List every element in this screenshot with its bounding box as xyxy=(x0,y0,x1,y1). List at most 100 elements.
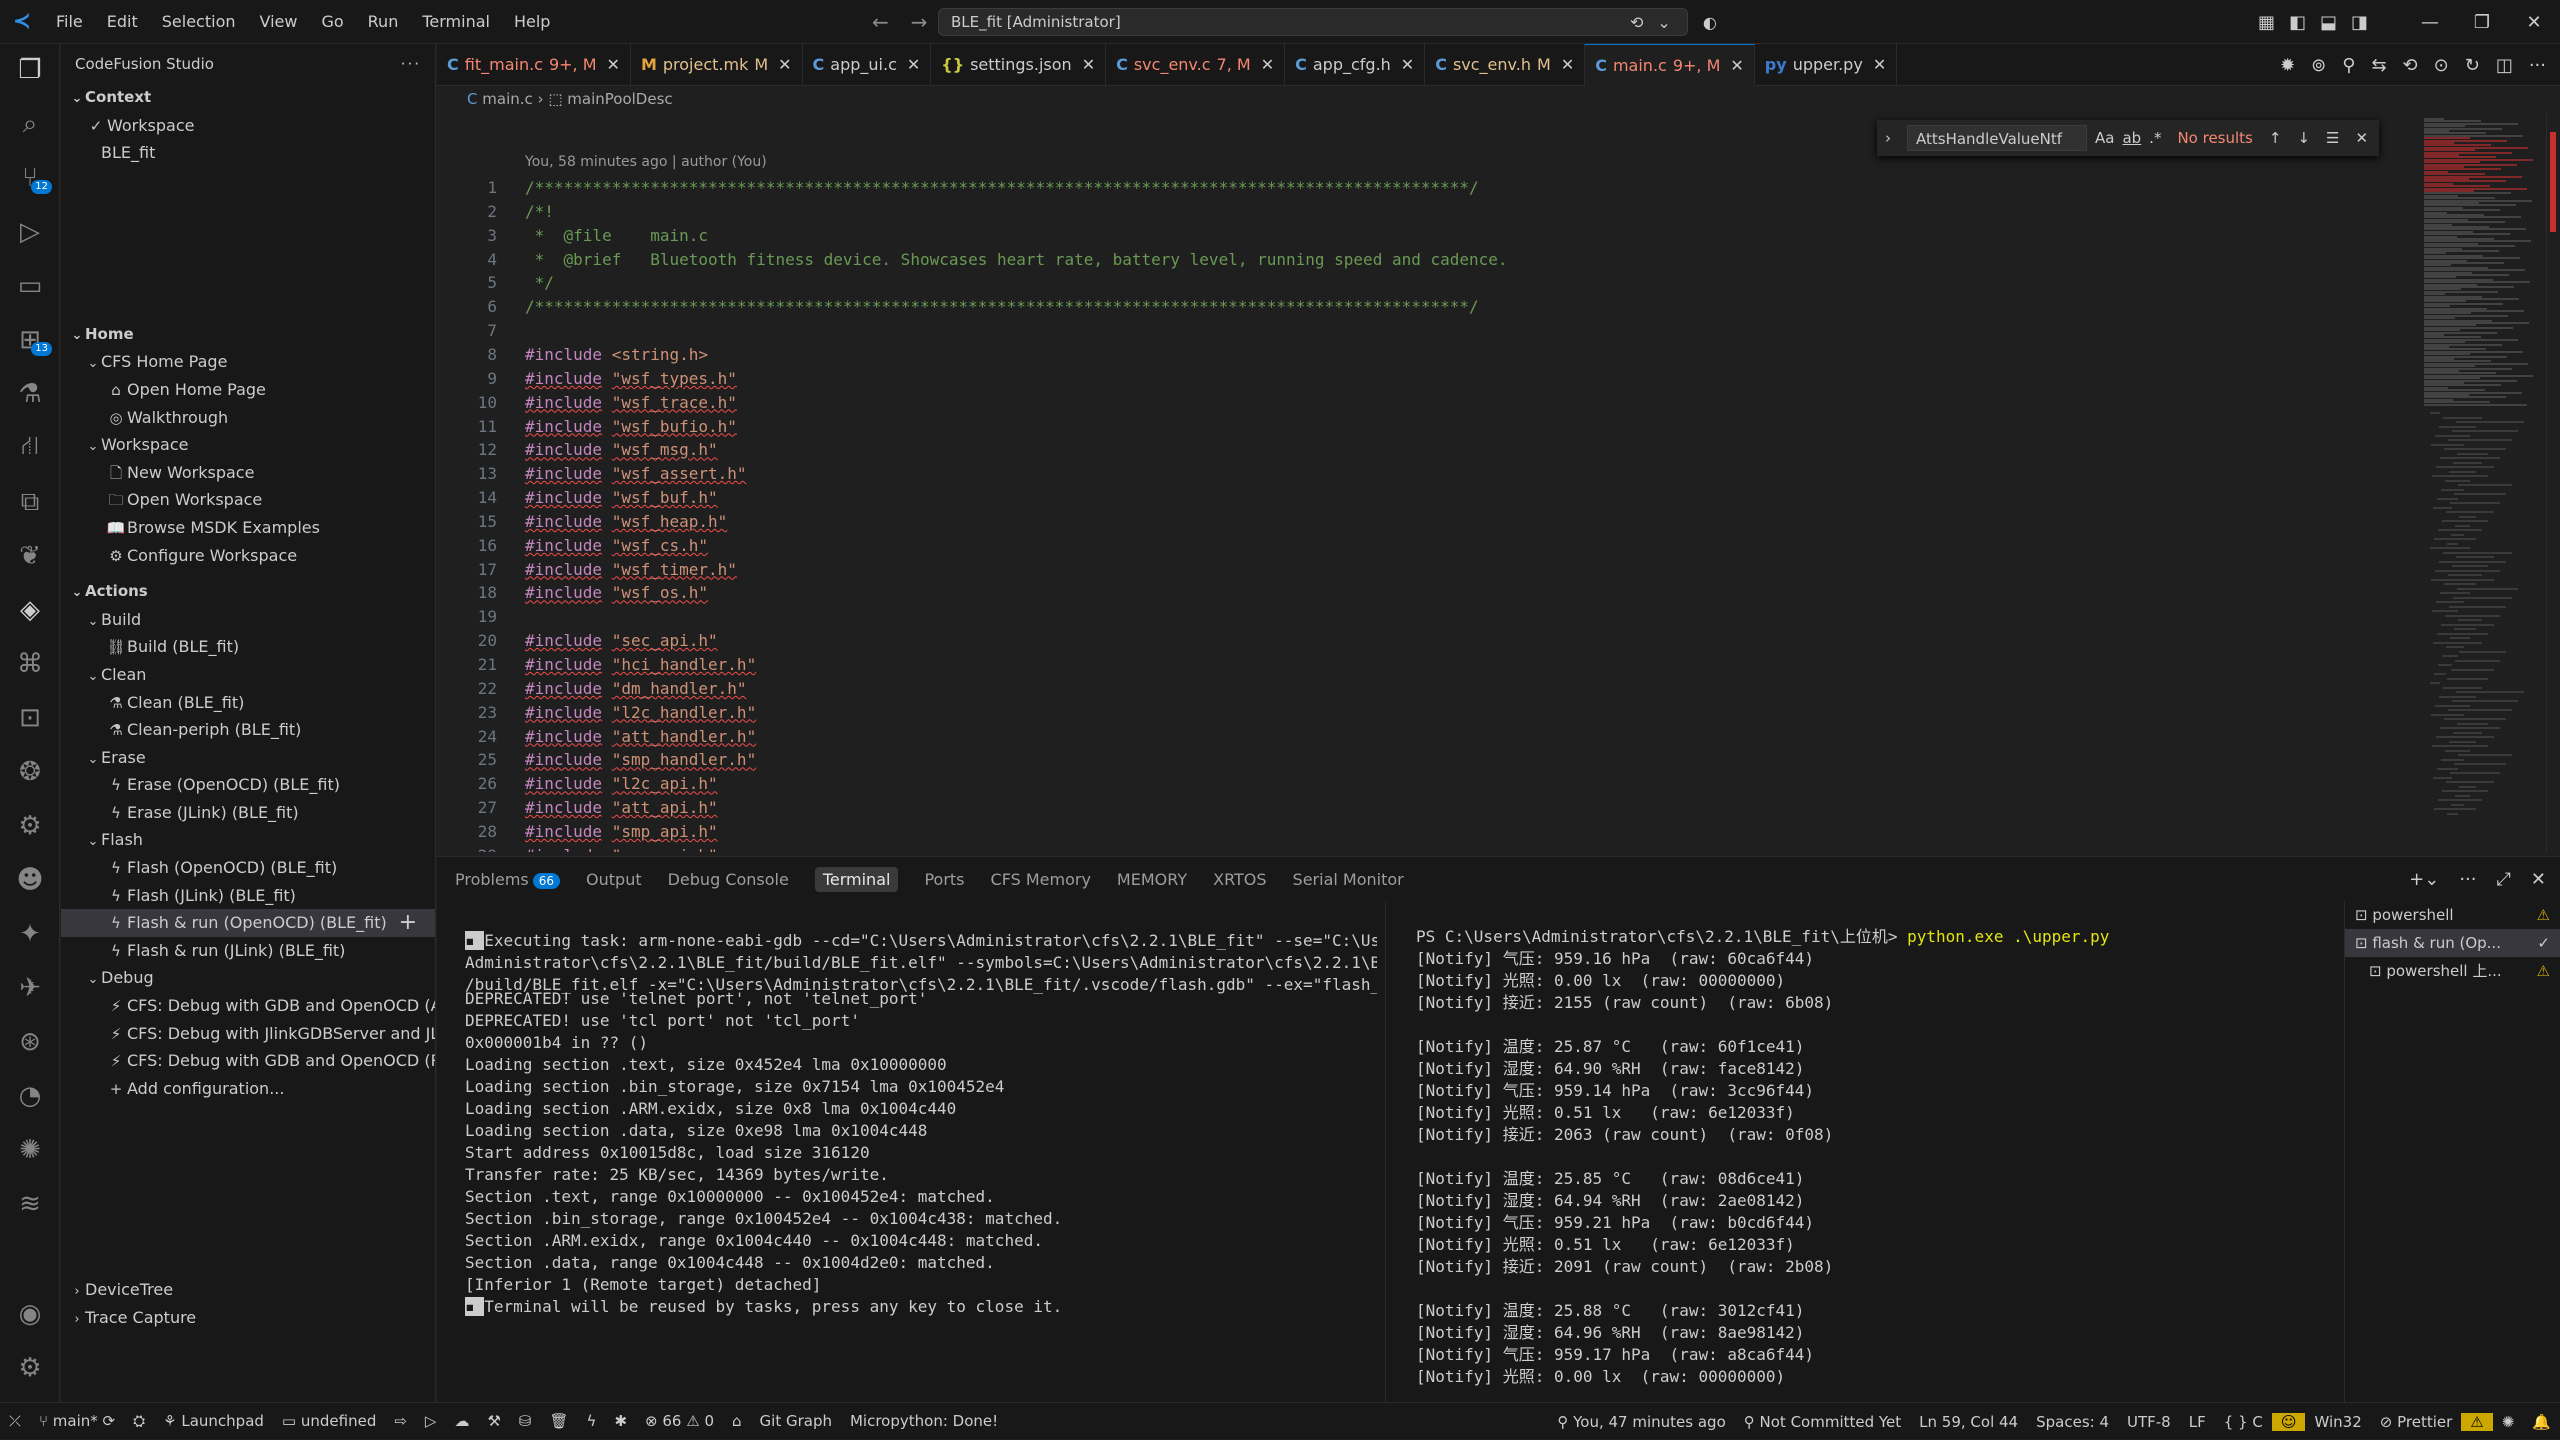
chevron-icon[interactable]: ⌄ xyxy=(85,350,101,376)
previous-match-icon[interactable]: ↑ xyxy=(2269,129,2282,147)
actions-section[interactable]: ⌄ Actions xyxy=(61,578,435,606)
explorer-icon[interactable]: ❐ xyxy=(0,48,60,92)
tab-close-icon[interactable]: ✕ xyxy=(778,55,791,74)
notifications-bell-icon[interactable]: ✺ xyxy=(2493,1413,2524,1431)
sync-cloud-icon[interactable]: ☁ xyxy=(445,1412,478,1430)
chevron-icon[interactable]: ⌄ xyxy=(69,579,85,606)
panel-tab-output[interactable]: Output xyxy=(586,870,642,889)
platform[interactable]: Win32 xyxy=(2305,1413,2370,1431)
copilot-spark-icon[interactable]: ✹ xyxy=(2280,55,2295,76)
forward-arrow-icon[interactable]: → xyxy=(911,10,928,34)
timeline-icon[interactable]: ◔ xyxy=(0,1074,60,1118)
layers-icon[interactable]: ≋ xyxy=(0,1182,60,1226)
terminal-list-item-1[interactable]: ⊡ flash & run (Op... ✓ xyxy=(2345,929,2560,957)
problems-indicator[interactable]: ⊗ 66 ⚠ 0 xyxy=(636,1412,723,1430)
home-item-1-2[interactable]: 📖 Browse MSDK Examples xyxy=(61,514,435,542)
chevron-icon[interactable]: ⌄ xyxy=(85,663,101,689)
powershell-terminal[interactable]: PS C:\Users\Administrator\cfs\2.2.1\BLE_… xyxy=(1385,901,2285,1403)
extension-warning-icon[interactable]: ⚠ xyxy=(2461,1412,2493,1431)
menu-terminal[interactable]: Terminal xyxy=(410,0,502,44)
tab-app_ui-c[interactable]: Capp_ui.c ✕ xyxy=(803,44,932,86)
branch-indicator[interactable]: ⑂ main* ⟳ xyxy=(30,1412,124,1430)
commit-item[interactable]: ⚲ Not Committed Yet xyxy=(1735,1413,1910,1431)
toggle-panel-icon[interactable]: ⬓ xyxy=(2320,12,2337,33)
tab-close-icon[interactable]: ✕ xyxy=(1561,55,1574,74)
snowflake-icon[interactable]: ✺ xyxy=(0,1128,60,1172)
launchpad-item[interactable]: ⚘ Launchpad xyxy=(154,1412,273,1430)
find-in-selection-icon[interactable]: ☰ xyxy=(2326,129,2339,147)
python-icon[interactable]: ⌘ xyxy=(0,642,60,686)
chevron-icon[interactable]: ⌄ xyxy=(85,966,101,992)
menu-selection[interactable]: Selection xyxy=(150,0,248,44)
find-input[interactable]: AttsHandleValueNtf xyxy=(1907,125,2087,151)
code-editor[interactable]: You, 58 minutes ago | author (You) 1 /***… xyxy=(437,112,2417,852)
context-project[interactable]: BLE_fit xyxy=(61,139,435,167)
action-debug-3[interactable]: + Add configuration... xyxy=(61,1075,435,1103)
build-icon[interactable]: ⚒ xyxy=(478,1412,509,1430)
match-case-toggle[interactable]: Aa xyxy=(2095,129,2114,147)
debug-bug-icon[interactable]: ✱ xyxy=(605,1412,636,1430)
panel-tab-problems[interactable]: Problems 66 xyxy=(455,870,561,889)
end-of-line[interactable]: LF xyxy=(2180,1413,2215,1431)
menu-file[interactable]: File xyxy=(44,0,95,44)
puzzle-icon[interactable]: ✦ xyxy=(0,912,60,956)
home-item-0-1[interactable]: ◎ Walkthrough xyxy=(61,404,435,432)
minimize-icon[interactable]: — xyxy=(2404,12,2456,33)
folder-item[interactable]: ▭ undefined xyxy=(273,1412,385,1430)
editor-scrollbar[interactable] xyxy=(2546,112,2560,852)
action-clean-0[interactable]: ⚗ Clean (BLE_fit) xyxy=(61,689,435,717)
context-workspace[interactable]: ✓ Workspace xyxy=(61,112,435,140)
chevron-icon[interactable]: ⌄ xyxy=(69,85,85,112)
tab-close-icon[interactable]: ✕ xyxy=(1873,55,1886,74)
close-find-icon[interactable]: ✕ xyxy=(2355,129,2368,147)
testing-icon[interactable]: ⚗ xyxy=(0,372,60,416)
run-debug-icon[interactable]: ▷ xyxy=(0,210,60,254)
lightning-icon[interactable]: ϟ xyxy=(578,1412,606,1430)
accounts-globe-icon[interactable]: ◐ xyxy=(1703,13,1717,32)
bell-icon[interactable]: 🔔 xyxy=(2523,1413,2560,1431)
toggle-replace-chevron-icon[interactable]: › xyxy=(1885,129,1891,147)
flash-task-icon[interactable]: ⛁ xyxy=(510,1412,541,1430)
go-back-icon[interactable]: ⊙ xyxy=(2434,55,2449,76)
regex-toggle[interactable]: .* xyxy=(2149,129,2161,147)
add-plus-icon[interactable]: + xyxy=(399,909,417,937)
cursor-position[interactable]: Ln 59, Col 44 xyxy=(1910,1413,2027,1431)
tab-close-icon[interactable]: ✕ xyxy=(907,55,920,74)
tab-close-icon[interactable]: ✕ xyxy=(1730,56,1743,75)
tab-close-icon[interactable]: ✕ xyxy=(1261,55,1274,74)
revert-icon[interactable]: ⟲ xyxy=(2403,55,2418,76)
home-group-0[interactable]: ⌄ CFS Home Page xyxy=(61,348,435,376)
minimap[interactable] xyxy=(2420,112,2546,852)
action-clean-1[interactable]: ⚗ Clean-periph (BLE_fit) xyxy=(61,716,435,744)
action-flash-1[interactable]: ϟ Flash (JLink) (BLE_fit) xyxy=(61,882,435,910)
github-icon[interactable]: ⊛ xyxy=(0,1020,60,1064)
action-erase-1[interactable]: ϟ Erase (JLink) (BLE_fit) xyxy=(61,799,435,827)
panel-tab-memory[interactable]: MEMORY xyxy=(1117,870,1187,889)
tab-main-c[interactable]: Cmain.c 9+, M ✕ xyxy=(1585,44,1755,86)
chevron-icon[interactable]: ⌄ xyxy=(85,746,101,772)
split-editor-icon[interactable]: ◫ xyxy=(2496,55,2513,76)
search-icon[interactable]: ⌕ xyxy=(0,102,60,146)
home-item-0-0[interactable]: ⌂ Open Home Page xyxy=(61,376,435,404)
action-group-build[interactable]: ⌄ Build xyxy=(61,606,435,634)
containers-icon[interactable]: ⧉ xyxy=(0,480,60,524)
tab-close-icon[interactable]: ✕ xyxy=(1401,55,1414,74)
alien-icon[interactable]: ☻ xyxy=(0,858,60,902)
menu-run[interactable]: Run xyxy=(356,0,411,44)
action-group-erase[interactable]: ⌄ Erase xyxy=(61,744,435,772)
back-arrow-icon[interactable]: ← xyxy=(872,10,889,34)
action-erase-0[interactable]: ϟ Erase (OpenOCD) (BLE_fit) xyxy=(61,771,435,799)
terminal-list-item-2[interactable]: ⊡ powershell 上... ⚠ xyxy=(2345,957,2560,985)
tab-close-icon[interactable]: ✕ xyxy=(1082,55,1095,74)
timeline-icon[interactable]: ↻ xyxy=(2465,55,2480,76)
command-center[interactable]: BLE_fit [Administrator] xyxy=(938,8,1688,36)
tab-svc_env-c[interactable]: Csvc_env.c 7, M ✕ xyxy=(1106,44,1286,86)
restore-icon[interactable]: ❐ xyxy=(2456,12,2508,33)
action-flash-0[interactable]: ϟ Flash (OpenOCD) (BLE_fit) xyxy=(61,854,435,882)
action-group-debug[interactable]: ⌄ Debug xyxy=(61,964,435,992)
panel-tab-terminal[interactable]: Terminal xyxy=(814,866,899,892)
copilot-chat-icon[interactable]: ❂ xyxy=(0,750,60,794)
tab-fit_main-c[interactable]: Cfit_main.c 9+, M ✕ xyxy=(437,44,631,86)
home-item-1-3[interactable]: ⚙ Configure Workspace xyxy=(61,542,435,570)
micropython-status[interactable]: Micropython: Done! xyxy=(841,1412,1007,1430)
